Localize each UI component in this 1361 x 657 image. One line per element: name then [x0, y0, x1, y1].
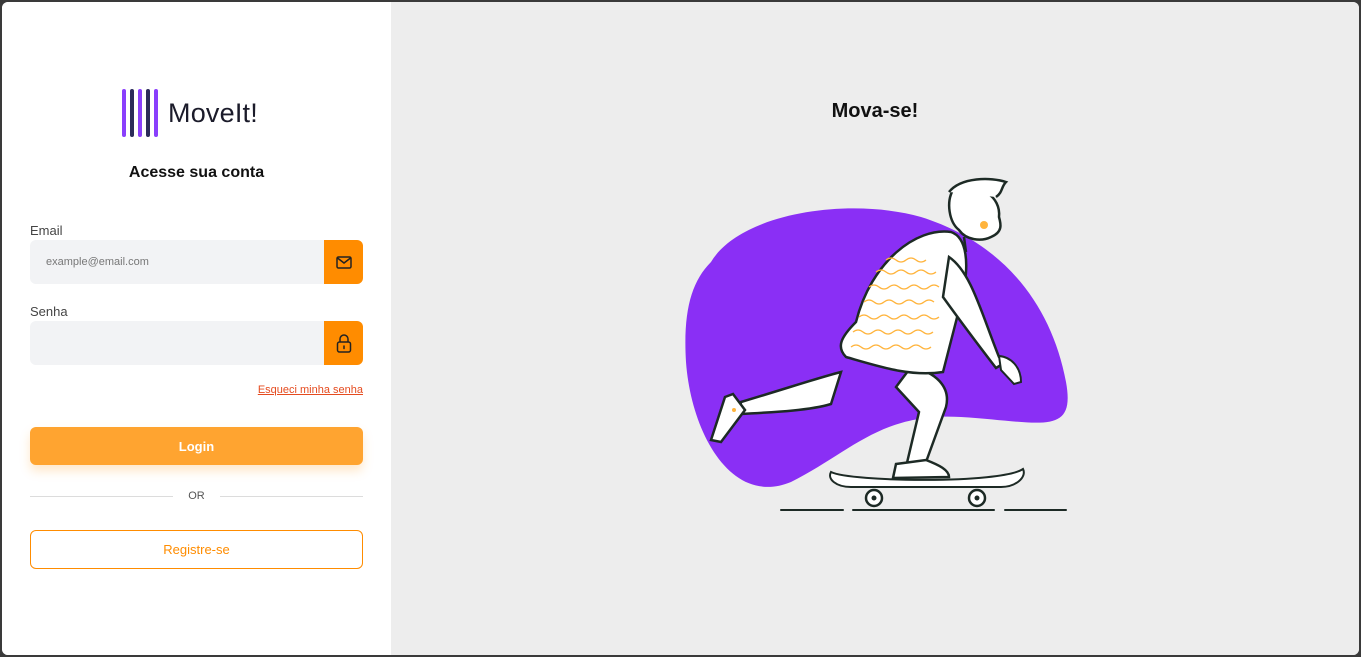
hero-panel: Mova-se!	[391, 2, 1359, 655]
login-title: Acesse sua conta	[128, 164, 265, 181]
password-field-group	[30, 321, 363, 365]
login-panel: MoveIt! Acesse sua conta Email Senha	[2, 2, 391, 655]
forgot-password-link[interactable]: Esqueci minha senha	[258, 384, 363, 396]
app-window: MoveIt! Acesse sua conta Email Senha	[2, 2, 1359, 655]
logo-bars-icon	[122, 88, 158, 138]
brand-logo: MoveIt!	[122, 88, 258, 138]
email-input[interactable]	[30, 240, 324, 284]
email-field-group	[30, 240, 363, 284]
mail-icon	[324, 240, 363, 284]
email-label: Email	[30, 223, 63, 238]
divider-line-right	[220, 496, 363, 497]
register-button[interactable]: Registre-se	[30, 530, 363, 569]
brand-name: MoveIt!	[168, 97, 258, 128]
skateboarder-illustration	[685, 177, 1068, 511]
or-divider: OR	[30, 490, 363, 504]
hero-title: Mova-se!	[831, 100, 919, 122]
lock-icon	[324, 321, 363, 365]
password-label: Senha	[30, 304, 68, 319]
login-button[interactable]: Login	[30, 427, 363, 465]
password-input[interactable]	[30, 321, 324, 365]
